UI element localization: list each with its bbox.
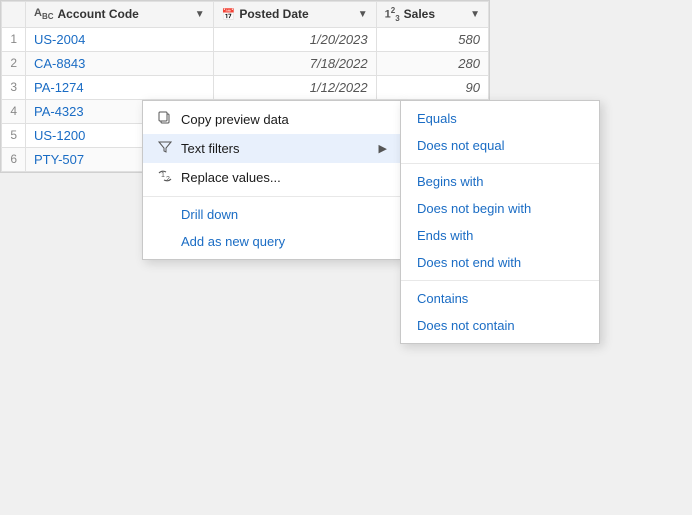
col-dropdown-sales[interactable]: ▼ xyxy=(470,9,480,20)
menu-label-copy-preview: Copy preview data xyxy=(181,112,289,127)
cell-date-3: 1/12/2022 xyxy=(213,75,376,99)
copy-icon xyxy=(157,111,173,128)
col-label-posted-date: Posted Date xyxy=(239,7,308,21)
filter-icon xyxy=(157,140,173,157)
submenu-does-not-equal[interactable]: Does not equal xyxy=(401,132,599,159)
menu-item-add-new-query[interactable]: Add as new query xyxy=(143,228,401,255)
context-menu: Copy preview data Text filters ▶ 1 2 Rep… xyxy=(142,100,402,260)
submenu-ends-with[interactable]: Ends with xyxy=(401,222,599,249)
text-type-icon: ABC xyxy=(34,7,54,21)
cell-date-1: 1/20/2023 xyxy=(213,27,376,51)
row-num-5: 5 xyxy=(2,123,26,147)
col-label-sales: Sales xyxy=(404,7,435,21)
col-header-posted-date[interactable]: 📅 Posted Date ▼ xyxy=(213,2,376,28)
svg-text:2: 2 xyxy=(166,176,170,183)
row-num-6: 6 xyxy=(2,147,26,171)
row-num-1: 1 xyxy=(2,27,26,51)
submenu-sep-1 xyxy=(401,163,599,164)
cell-date-2: 7/18/2022 xyxy=(213,51,376,75)
submenu-contains[interactable]: Contains xyxy=(401,285,599,312)
col-dropdown-posted-date[interactable]: ▼ xyxy=(358,9,368,20)
date-type-icon: 📅 xyxy=(222,8,236,21)
cell-code-3: PA-1274 xyxy=(26,75,214,99)
menu-label-add-new-query: Add as new query xyxy=(181,234,285,249)
col-dropdown-account-code[interactable]: ▼ xyxy=(195,9,205,20)
submenu-equals[interactable]: Equals xyxy=(401,105,599,132)
menu-label-text-filters: Text filters xyxy=(181,141,240,156)
submenu-does-not-begin-with[interactable]: Does not begin with xyxy=(401,195,599,222)
row-num-3: 3 xyxy=(2,75,26,99)
submenu-sep-2 xyxy=(401,280,599,281)
replace-icon: 1 2 xyxy=(157,169,173,186)
menu-label-drill-down: Drill down xyxy=(181,207,238,222)
submenu-does-not-contain[interactable]: Does not contain xyxy=(401,312,599,339)
number-type-icon: 123 xyxy=(385,6,400,23)
row-num-2: 2 xyxy=(2,51,26,75)
menu-item-text-filters[interactable]: Text filters ▶ xyxy=(143,134,401,163)
cell-code-1: US-2004 xyxy=(26,27,214,51)
cell-sales-3: 90 xyxy=(376,75,488,99)
menu-item-copy-preview[interactable]: Copy preview data xyxy=(143,105,401,134)
table-row: 1 US-2004 1/20/2023 580 xyxy=(2,27,489,51)
menu-label-replace-values: Replace values... xyxy=(181,170,281,185)
col-header-account-code[interactable]: ABC Account Code ▼ xyxy=(26,2,214,28)
submenu-begins-with[interactable]: Begins with xyxy=(401,168,599,195)
table-row: 3 PA-1274 1/12/2022 90 xyxy=(2,75,489,99)
col-header-sales[interactable]: 123 Sales ▼ xyxy=(376,2,488,28)
submenu-arrow-icon: ▶ xyxy=(379,142,387,155)
menu-item-replace-values[interactable]: 1 2 Replace values... xyxy=(143,163,401,192)
cell-code-2: CA-8843 xyxy=(26,51,214,75)
table-row: 2 CA-8843 7/18/2022 280 xyxy=(2,51,489,75)
menu-sep-1 xyxy=(143,196,401,197)
cell-sales-2: 280 xyxy=(376,51,488,75)
menu-item-drill-down[interactable]: Drill down xyxy=(143,201,401,228)
row-num-4: 4 xyxy=(2,99,26,123)
text-filters-submenu: Equals Does not equal Begins with Does n… xyxy=(400,100,600,344)
cell-sales-1: 580 xyxy=(376,27,488,51)
svg-text:1: 1 xyxy=(161,172,165,179)
submenu-does-not-end-with[interactable]: Does not end with xyxy=(401,249,599,276)
col-label-account-code: Account Code xyxy=(58,7,139,21)
